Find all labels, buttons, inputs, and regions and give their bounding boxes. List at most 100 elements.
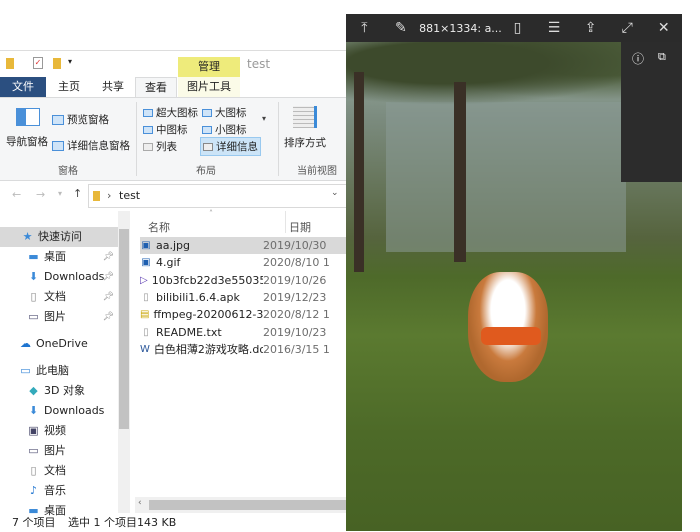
pin-icon[interactable]: 📌︎ (103, 287, 114, 307)
video-file-icon: ▷ (140, 274, 148, 286)
file-row[interactable]: W白色相薄2游戏攻略.docx2016/3/15 1 (140, 341, 355, 358)
horizontal-scrollbar[interactable]: ‹ (135, 497, 350, 513)
fullscreen-icon[interactable]: ⤢ (609, 20, 646, 36)
layout-scroll-icon[interactable]: ▾ (262, 114, 266, 123)
file-row[interactable]: ▯ bilibili1.6.4.apk 2019/12/23 (140, 289, 355, 306)
layout-list[interactable]: 列表 (143, 139, 177, 154)
sidebar-item[interactable]: ☁ OneDrive (0, 334, 118, 354)
nav-scrollbar-thumb[interactable] (119, 229, 129, 429)
layout-medium-icons[interactable]: 中图标 (143, 122, 188, 137)
sidebar-item[interactable]: ⬇ Downloads (0, 401, 118, 421)
sidebar-item[interactable]: ★ 快速访问 (0, 227, 118, 247)
sidebar-item[interactable]: ▭ 图片 (0, 441, 118, 461)
tab-share[interactable]: 共享 (92, 77, 134, 97)
large-icons-icon (202, 108, 212, 117)
layout-extra-large-icons[interactable]: 超大图标 (143, 105, 198, 120)
pin-icon[interactable]: ✎ (383, 20, 420, 36)
file-date: 2020/8/10 1 (263, 256, 330, 270)
close-icon[interactable]: ✕ (645, 20, 682, 36)
sidebar-item[interactable]: ♪ 音乐 (0, 481, 118, 501)
sidebar-item-label: 3D 对象 (44, 384, 85, 397)
current-view-group-label: 当前视图 (297, 166, 337, 177)
pane-group-label: 窗格 (58, 166, 78, 177)
pin-top-icon[interactable]: ⤒ (346, 20, 383, 36)
info-icon[interactable]: ⓘ (632, 50, 644, 67)
copy-icon[interactable]: ⧉ (658, 50, 666, 64)
file-row[interactable]: ▣ aa.jpg 2019/10/30 (140, 237, 355, 254)
text-file-icon: ▯ (143, 326, 149, 338)
recent-dropdown-icon[interactable]: ▾ (58, 189, 62, 198)
sidebar-item[interactable]: ▯ 文档 (0, 461, 118, 481)
customize-dropdown-icon[interactable]: ▾ (68, 57, 72, 66)
file-name: W白色相薄2游戏攻略.docx (140, 341, 263, 358)
column-header-name[interactable]: 名称 (148, 219, 170, 235)
sidebar-item[interactable]: ▭ 此电脑 (0, 361, 118, 381)
file-date: 2019/10/26 (263, 273, 327, 287)
address-bar[interactable]: › test ⌄ (88, 184, 350, 208)
tab-view[interactable]: 查看 (135, 77, 177, 97)
column-divider[interactable] (285, 211, 286, 233)
pin-icon[interactable]: 📌︎ (103, 307, 114, 327)
horizontal-scrollbar-thumb[interactable] (149, 500, 349, 510)
layout-large-icons[interactable]: 大图标 (202, 105, 247, 120)
manage-context-tab[interactable]: 管理 (178, 57, 240, 77)
sidebar-item-label: 文档 (44, 464, 66, 477)
file-row[interactable]: ▤ffmpeg-20200612-38...2020/8/12 1 (140, 306, 355, 323)
sidebar-item-label: Downloads (44, 270, 105, 283)
up-icon[interactable]: ↑ (73, 187, 82, 200)
layout-group-label: 布局 (196, 166, 216, 177)
picture-icon: ▭ (28, 444, 39, 457)
layout-small-icons[interactable]: 小图标 (202, 122, 247, 137)
nav-scrollbar[interactable] (118, 211, 130, 513)
layout-label: 中图标 (156, 124, 188, 136)
column-header-date[interactable]: 日期 (289, 219, 311, 235)
tab-home[interactable]: 主页 (46, 77, 92, 97)
file-list: 名称 ˄ 日期 ‹ ▣ aa.jpg 2019/10/30 ▣ 4.gif 2020/8/… (135, 209, 355, 513)
file-icon[interactable]: ▯ (499, 20, 536, 36)
scroll-left-icon[interactable]: ‹ (138, 498, 142, 508)
pin-icon[interactable]: 📌︎ (103, 267, 114, 287)
preview-pane-button[interactable]: 预览窗格 (52, 112, 109, 127)
group-divider (136, 102, 137, 176)
file-row[interactable]: ▣ 4.gif 2020/8/10 1 (140, 254, 355, 271)
sidebar-item[interactable]: ▯ 文档 📌︎ (0, 287, 118, 307)
list-icon[interactable]: ☰ (536, 20, 573, 36)
item-count: 7 个项目 (12, 516, 56, 529)
sort-ascending-icon: ˄ (209, 209, 213, 218)
sidebar-item-label: 桌面 (44, 250, 66, 263)
file-name-text: 白色相薄2游戏攻略.docx (153, 342, 263, 356)
file-row[interactable]: ▷10b3fcb22d3e550353...2019/10/26 (140, 272, 355, 289)
file-name: ▤ffmpeg-20200612-38... (140, 306, 263, 323)
sort-by-button[interactable]: 排序方式 (284, 135, 326, 150)
properties-icon[interactable]: ✓ (33, 57, 43, 69)
pin-icon[interactable]: 📌︎ (103, 247, 114, 267)
file-name: ▣ 4.gif (140, 254, 263, 271)
ribbon: 导航窗格 预览窗格 详细信息窗格 窗格 超大图标 大图标 中图标 小图标 列表 … (0, 97, 350, 181)
selected-count: 选中 1 个项目 (68, 516, 137, 529)
details-pane-label: 详细信息窗格 (67, 140, 130, 152)
desktop-icon: ▬ (28, 250, 39, 263)
image-file-icon: ▣ (141, 240, 151, 251)
back-icon[interactable]: ← (12, 188, 21, 201)
breadcrumb-test[interactable]: test (119, 189, 140, 202)
address-dropdown-icon[interactable]: ⌄ (331, 188, 339, 198)
share-icon[interactable]: ⇪ (572, 20, 609, 36)
tab-file[interactable]: 文件 (0, 77, 46, 97)
layout-details[interactable]: 详细信息 (200, 137, 261, 156)
file-row[interactable]: ▯ README.txt 2019/10/23 (140, 324, 355, 341)
details-pane-button[interactable]: 详细信息窗格 (52, 138, 130, 153)
sidebar-item[interactable]: ▣ 视频 (0, 421, 118, 441)
forward-icon[interactable]: → (36, 188, 45, 201)
sidebar-item[interactable]: ▭ 图片 📌︎ (0, 307, 118, 327)
navigation-pane-button[interactable]: 导航窗格 (6, 134, 48, 149)
sidebar-item[interactable]: ⬇ Downloads 📌︎ (0, 267, 118, 287)
new-folder-icon[interactable] (53, 58, 61, 69)
folder-icon[interactable] (6, 58, 14, 69)
file-date: 2019/12/23 (263, 290, 327, 304)
picture-icon: ▭ (28, 310, 39, 323)
sidebar-item[interactable]: ▬ 桌面 📌︎ (0, 247, 118, 267)
tab-picture-tools[interactable]: 图片工具 (178, 77, 240, 97)
sidebar-item[interactable]: ◆ 3D 对象 (0, 381, 118, 401)
sidebar-item-label: 音乐 (44, 484, 66, 497)
sidebar-item-label: 快速访问 (38, 230, 82, 243)
